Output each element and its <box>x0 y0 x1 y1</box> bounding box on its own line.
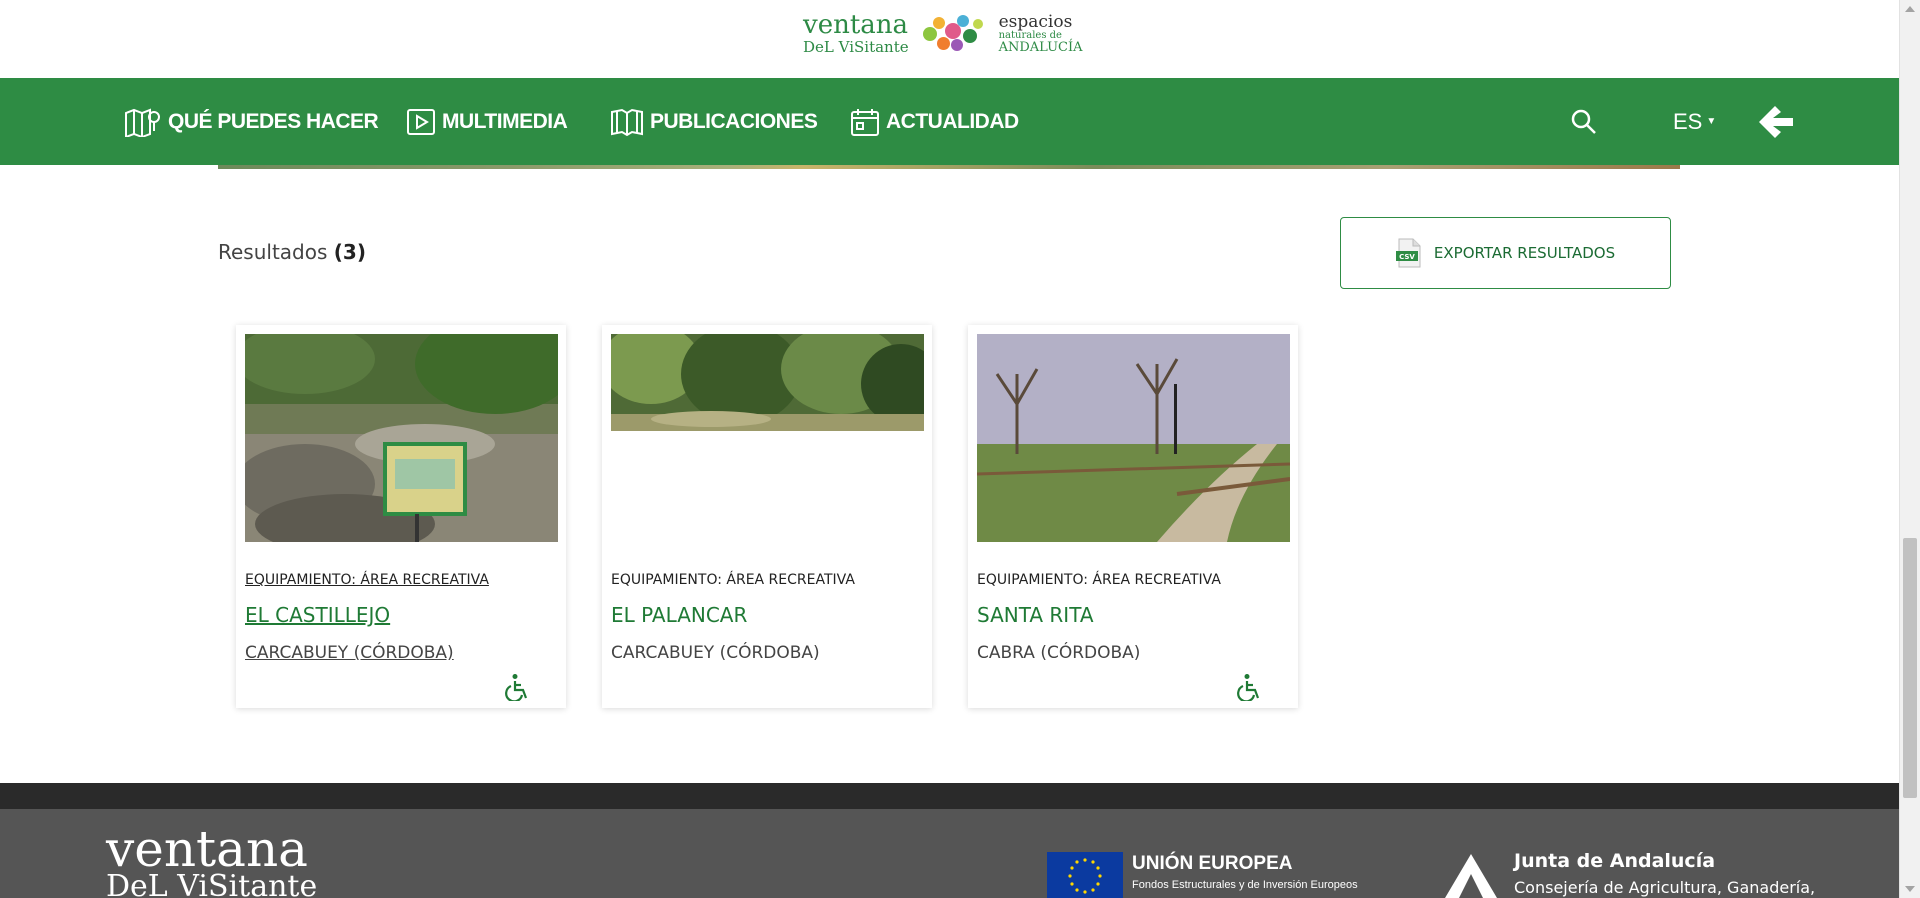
nav-label: MULTIMEDIA <box>442 109 568 133</box>
nav-que-puedes-hacer[interactable]: QUÉ PUEDES HACER <box>124 78 379 165</box>
page: ventana DeL ViSitante espacios naturales… <box>0 0 1920 898</box>
card-location[interactable]: CARCABUEY (CÓRDOBA) <box>611 643 820 663</box>
site-logo[interactable]: ventana DeL ViSitante espacios naturales… <box>803 12 1083 55</box>
logo2-line1: espacios <box>998 11 1073 32</box>
export-results-button[interactable]: CSV EXPORTAR RESULTADOS <box>1340 217 1671 289</box>
result-card[interactable]: EQUIPAMIENTO: ÁREA RECREATIVA SANTA RITA… <box>968 325 1298 708</box>
caret-down-icon: ▼ <box>1706 116 1717 127</box>
main-navbar: QUÉ PUEDES HACER MULTIMEDIA PUBLICACIONE… <box>0 78 1899 165</box>
card-type[interactable]: EQUIPAMIENTO: ÁREA RECREATIVA <box>245 572 489 588</box>
logo-line2: DeL ViSitante <box>803 38 909 56</box>
nav-label: ACTUALIDAD <box>886 109 1019 133</box>
card-image-castillejo[interactable] <box>245 334 558 542</box>
image-strip <box>218 165 1680 169</box>
card-title[interactable]: EL PALANCAR <box>611 603 747 627</box>
logo2-line2: naturales de <box>998 29 1062 41</box>
top-header: ventana DeL ViSitante espacios naturales… <box>0 0 1899 78</box>
card-location[interactable]: CARCABUEY (CÓRDOBA) <box>245 643 454 663</box>
junta-subtitle: Consejería de Agricultura, Ganadería, <box>1514 878 1816 897</box>
csv-icon-text: CSV <box>1399 253 1415 261</box>
card-image-santa-rita[interactable] <box>977 334 1290 542</box>
logo2-line3: ANDALUCÍA <box>998 39 1083 55</box>
vertical-scrollbar[interactable] <box>1899 0 1920 898</box>
card-type[interactable]: EQUIPAMIENTO: ÁREA RECREATIVA <box>611 572 855 588</box>
wheelchair-icon <box>505 674 528 701</box>
scroll-thumb[interactable] <box>1903 538 1917 798</box>
junta-label[interactable]: Junta de Andalucía Consejería de Agricul… <box>1514 850 1815 897</box>
wheelchair-icon <box>1237 674 1260 701</box>
calendar-icon <box>851 108 879 136</box>
footer-logo-line1: ventana <box>106 820 308 878</box>
logo-flower-icon <box>919 13 989 55</box>
language-selector[interactable]: ES ▼ <box>1673 78 1716 165</box>
footer-top-band <box>0 783 1899 809</box>
search-icon <box>1571 109 1596 134</box>
language-label: ES <box>1673 108 1703 134</box>
footer-logo-line2: DeL ViSitante <box>106 869 318 898</box>
csv-file-icon: CSV <box>1395 238 1421 268</box>
eu-subtitle: Fondos Estructurales y de Inversión Euro… <box>1132 879 1358 891</box>
eu-title: UNIÓN EUROPEA <box>1132 853 1293 874</box>
result-card[interactable]: EQUIPAMIENTO: ÁREA RECREATIVA EL CASTILL… <box>236 325 566 708</box>
card-type[interactable]: EQUIPAMIENTO: ÁREA RECREATIVA <box>977 572 1221 588</box>
map-pin-icon <box>125 108 160 137</box>
eu-label: UNIÓN EUROPEA Fondos Estructurales y de … <box>1132 853 1358 891</box>
nav-label: PUBLICACIONES <box>650 109 818 133</box>
scroll-down-icon[interactable] <box>1905 886 1915 892</box>
arrow-left-icon <box>1759 105 1793 138</box>
search-button[interactable] <box>1570 78 1598 165</box>
results-label: Resultados <box>218 240 328 264</box>
junta-title: Junta de Andalucía <box>1514 850 1716 872</box>
card-location[interactable]: CABRA (CÓRDOBA) <box>977 643 1140 663</box>
logo-line1: ventana <box>803 10 909 40</box>
result-card[interactable]: EQUIPAMIENTO: ÁREA RECREATIVA EL PALANCA… <box>602 325 932 708</box>
nav-publicaciones[interactable]: PUBLICACIONES <box>610 78 818 165</box>
play-icon <box>407 108 435 135</box>
scroll-up-icon[interactable] <box>1905 6 1915 12</box>
eu-flag-icon <box>1047 852 1123 898</box>
back-button[interactable] <box>1757 78 1795 165</box>
card-image-palancar[interactable] <box>611 334 924 431</box>
footer-logo[interactable]: ventana DeL ViSitante <box>106 824 317 898</box>
nav-multimedia[interactable]: MULTIMEDIA <box>406 78 568 165</box>
card-title[interactable]: EL CASTILLEJO <box>245 603 390 627</box>
nav-label: QUÉ PUEDES HACER <box>168 109 379 133</box>
results-count: Resultados (3) <box>218 240 366 264</box>
export-label: EXPORTAR RESULTADOS <box>1433 244 1616 262</box>
card-title[interactable]: SANTA RITA <box>977 603 1094 627</box>
junta-logo-icon <box>1445 854 1497 898</box>
book-icon <box>611 108 643 136</box>
results-number: (3) <box>333 240 366 264</box>
nav-actualidad[interactable]: ACTUALIDAD <box>850 78 1019 165</box>
